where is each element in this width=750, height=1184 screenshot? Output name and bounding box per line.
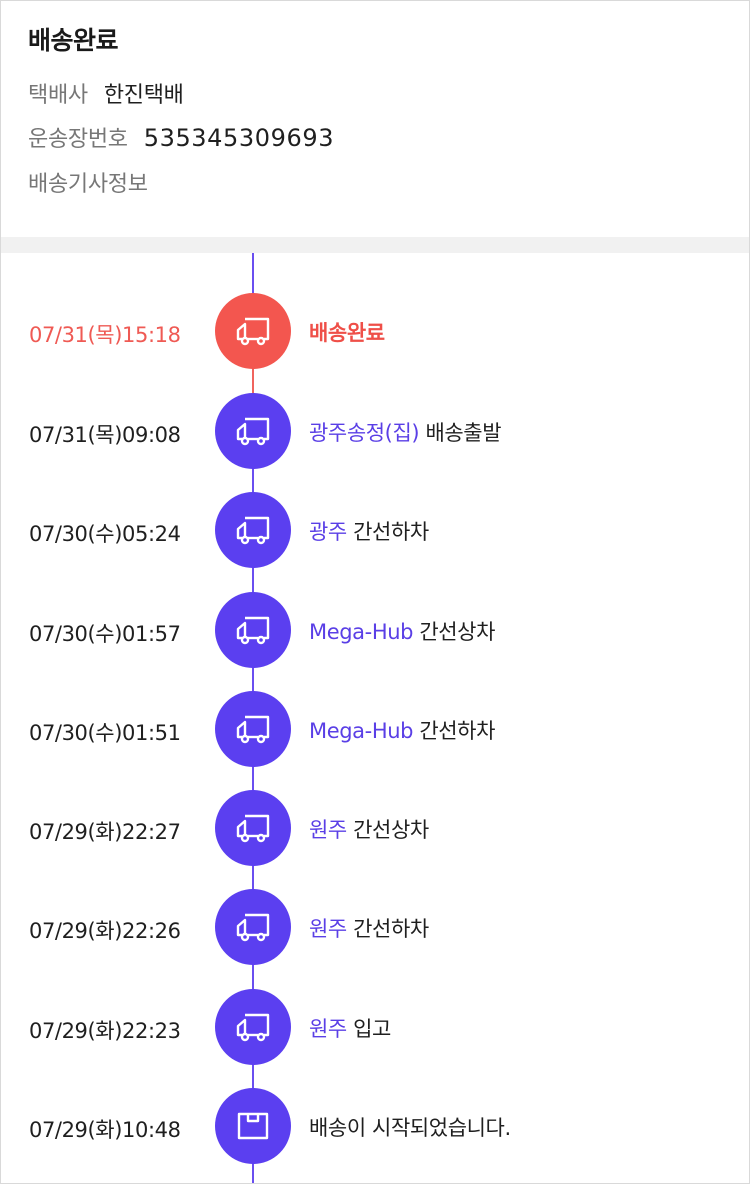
timeline-event: 07/29(화)22:23 원주 입고 xyxy=(1,989,749,1065)
driver-info-link[interactable]: 배송기사정보 xyxy=(28,166,148,198)
truck-icon xyxy=(215,393,291,469)
event-time: 07/30(수)01:57 xyxy=(29,622,181,646)
timeline-event: 07/29(화)10:48 배송이 시작되었습니다. xyxy=(1,1088,749,1164)
courier-label: 택배사 xyxy=(28,83,88,108)
timeline-event: 07/30(수)05:24 광주 간선하차 xyxy=(1,492,749,568)
event-location: 원주 xyxy=(309,818,347,842)
event-time: 07/31(목)15:18 xyxy=(29,323,181,347)
event-action: 배송완료 xyxy=(309,321,385,345)
timeline-event: 07/29(화)22:27 원주 간선상차 xyxy=(1,790,749,866)
timeline-event: 07/30(수)01:51 Mega-Hub 간선하차 xyxy=(1,691,749,767)
event-description: Mega-Hub 간선상차 xyxy=(309,616,495,646)
event-action: 간선하차 xyxy=(346,520,429,544)
truck-icon xyxy=(215,691,291,767)
event-action: 간선상차 xyxy=(346,818,429,842)
truck-icon xyxy=(215,889,291,965)
event-location: Mega-Hub xyxy=(309,620,414,644)
courier-value: 한진택배 xyxy=(103,83,184,108)
event-location: 광주 xyxy=(309,520,347,544)
event-action: 간선하차 xyxy=(413,719,496,743)
truck-icon xyxy=(215,492,291,568)
event-time: 07/30(수)05:24 xyxy=(29,522,181,546)
event-time: 07/29(화)22:26 xyxy=(29,919,181,943)
event-description: 광주송정(집) 배송출발 xyxy=(309,417,502,447)
event-description: 원주 입고 xyxy=(309,1013,391,1043)
event-description: 배송이 시작되었습니다. xyxy=(309,1112,511,1142)
event-description: 원주 간선상차 xyxy=(309,814,429,844)
event-description: 원주 간선하차 xyxy=(309,913,429,943)
timeline-event: 07/30(수)01:57 Mega-Hub 간선상차 xyxy=(1,592,749,668)
event-action: 간선하차 xyxy=(346,917,429,941)
box-icon xyxy=(215,1088,291,1164)
section-divider xyxy=(1,237,749,253)
delivery-status-title: 배송완료 xyxy=(28,26,119,55)
delivery-tracking-panel: 배송완료 택배사 한진택배 운송장번호 535345309693 배송기사정보 07… xyxy=(0,0,750,1184)
event-action: 입고 xyxy=(346,1017,391,1041)
invoice-row: 운송장번호 535345309693 xyxy=(28,121,334,153)
event-location: 광주송정(집) xyxy=(309,421,420,445)
timeline-event: 07/31(목)09:08 광주송정(집) 배송출발 xyxy=(1,393,749,469)
event-time: 07/29(화)22:23 xyxy=(29,1019,181,1043)
event-time: 07/29(화)22:27 xyxy=(29,820,181,844)
driver-info-label: 배송기사정보 xyxy=(28,172,148,197)
event-description: 배송완료 xyxy=(309,317,385,347)
event-description: Mega-Hub 간선하차 xyxy=(309,715,495,745)
event-description: 광주 간선하차 xyxy=(309,516,429,546)
event-location: 원주 xyxy=(309,1017,347,1041)
truck-icon xyxy=(215,989,291,1065)
delivery-info-section: 배송완료 택배사 한진택배 운송장번호 535345309693 배송기사정보 xyxy=(1,1,749,237)
tracking-timeline: 07/31(목)15:18 배송완료 07/31(목)09:08 광주송정(집)… xyxy=(1,253,749,1183)
truck-icon xyxy=(215,293,291,369)
invoice-number[interactable]: 535345309693 xyxy=(144,124,334,152)
truck-icon xyxy=(215,790,291,866)
event-time: 07/29(화)10:48 xyxy=(29,1118,181,1142)
courier-row: 택배사 한진택배 xyxy=(28,77,184,109)
event-action: 간선상차 xyxy=(413,620,496,644)
timeline-event: 07/29(화)22:26 원주 간선하차 xyxy=(1,889,749,965)
event-location: 원주 xyxy=(309,917,347,941)
event-action: 배송출발 xyxy=(419,421,502,445)
invoice-label: 운송장번호 xyxy=(28,127,128,152)
event-time: 07/30(수)01:51 xyxy=(29,721,181,745)
event-location: Mega-Hub xyxy=(309,719,414,743)
truck-icon xyxy=(215,592,291,668)
event-time: 07/31(목)09:08 xyxy=(29,423,181,447)
timeline-event: 07/31(목)15:18 배송완료 xyxy=(1,293,749,369)
event-action: 배송이 시작되었습니다. xyxy=(309,1116,511,1140)
